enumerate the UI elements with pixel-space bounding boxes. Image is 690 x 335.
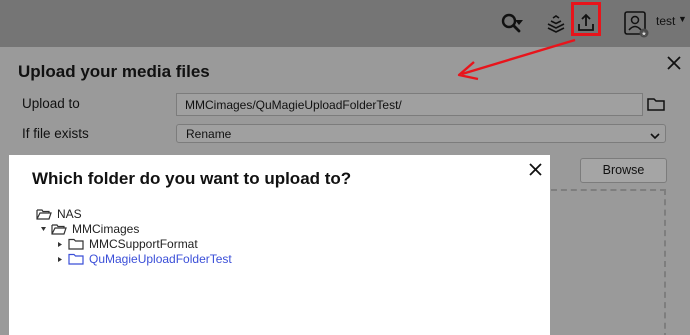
tree-node-label: MMCSupportFormat (89, 237, 198, 251)
choose-folder-icon[interactable] (647, 96, 667, 114)
expand-toggle-icon[interactable] (40, 226, 47, 232)
upload-to-field[interactable]: MMCimages/QuMagieUploadFolderTest/ (176, 93, 643, 116)
svg-text:★: ★ (641, 31, 646, 38)
drop-zone[interactable] (551, 189, 666, 335)
tree-node-label: MMCimages (72, 222, 140, 236)
search-dropdown-caret-icon[interactable] (512, 8, 526, 38)
panel-title: Upload your media files (18, 62, 210, 81)
tree-node-label: QuMagieUploadFolderTest (89, 252, 232, 266)
chevron-down-icon (650, 128, 660, 140)
folder-icon (68, 253, 84, 265)
upload-to-label: Upload to (22, 96, 80, 111)
user-avatar-icon[interactable]: ★ (621, 9, 651, 39)
user-menu-caret-icon[interactable]: ▼ (678, 14, 687, 24)
tree-node-nas[interactable]: NAS (36, 207, 82, 221)
folder-open-icon (51, 223, 67, 235)
tree-node-mmcimages[interactable]: MMCimages (40, 222, 139, 236)
top-bar: ★ test ▼ (0, 0, 690, 47)
browse-button[interactable]: Browse (580, 158, 667, 183)
tree-node-label: NAS (57, 207, 82, 221)
if-exists-label: If file exists (22, 126, 89, 141)
dialog-title: Which folder do you want to upload to? (32, 169, 352, 188)
upload-highlight-box (571, 2, 601, 36)
dialog-close-icon[interactable] (528, 162, 545, 179)
tree-node-mmcsupportformat[interactable]: MMCSupportFormat (57, 237, 198, 251)
panel-close-icon[interactable] (666, 55, 684, 73)
tree-node-qumagieuploadfoldertest[interactable]: QuMagieUploadFolderTest (57, 252, 232, 266)
folder-icon (68, 238, 84, 250)
task-stack-icon[interactable] (541, 8, 571, 38)
expand-toggle-icon[interactable] (57, 241, 64, 247)
folder-open-icon (36, 208, 52, 220)
user-name[interactable]: test (656, 14, 675, 28)
expand-toggle-icon[interactable] (57, 256, 64, 262)
if-exists-select[interactable]: Rename (176, 124, 666, 143)
folder-picker-dialog: Which folder do you want to upload to? N… (9, 155, 550, 335)
